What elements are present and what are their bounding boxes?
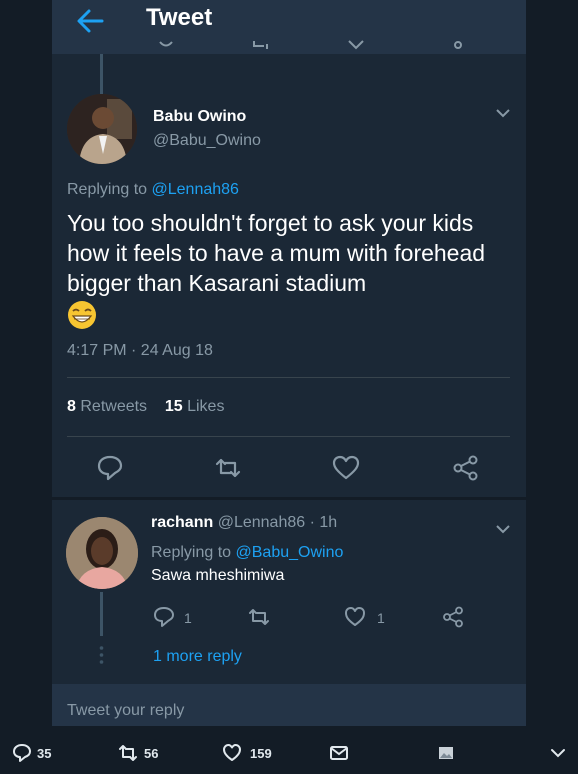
tweet-screen: Tweet Babu Owino @Babu_Owino Replying to…	[52, 0, 526, 726]
more-replies-link[interactable]: 1 more reply	[153, 648, 242, 666]
reply-text: Sawa mheshimiwa	[151, 567, 285, 584]
reply-author-name[interactable]: rachann	[151, 514, 213, 531]
reply-author-meta: @Lennah86 · 1h	[217, 514, 338, 531]
replying-prefix: Replying to	[151, 544, 236, 561]
avatar[interactable]	[66, 517, 138, 589]
reply-count: 1	[184, 610, 192, 626]
grinning-face-icon	[68, 301, 96, 329]
chevron-down-icon[interactable]	[548, 743, 568, 763]
avatar[interactable]	[67, 94, 137, 164]
reply-input[interactable]: Tweet your reply	[67, 702, 184, 720]
reply-author[interactable]: rachann @Lennah86 · 1h	[151, 514, 337, 532]
replying-to: Replying to @Lennah86	[67, 181, 239, 199]
bottom-reply-count: 35	[37, 746, 52, 761]
page-title: Tweet	[146, 4, 213, 31]
thread-line	[100, 54, 103, 96]
author-name[interactable]: Babu Owino	[153, 108, 246, 126]
retweet-icon[interactable]	[118, 743, 138, 763]
chevron-down-icon[interactable]	[495, 108, 511, 118]
share-icon[interactable]	[442, 606, 464, 628]
reply-icon[interactable]	[153, 606, 175, 628]
image-icon[interactable]	[436, 743, 456, 763]
previous-tweet-actions	[52, 40, 526, 60]
reply-icon[interactable]	[96, 454, 124, 482]
retweet-icon[interactable]	[248, 606, 270, 628]
like-icon[interactable]	[348, 40, 364, 50]
mention-link[interactable]: @Lennah86	[152, 181, 239, 198]
bottom-like-count: 159	[250, 746, 272, 761]
tweet-timestamp: 4:17 PM · 24 Aug 18	[67, 342, 213, 359]
chevron-down-icon[interactable]	[495, 524, 511, 534]
replying-prefix: Replying to	[67, 181, 152, 198]
replying-to: Replying to @Babu_Owino	[151, 544, 343, 562]
divider	[67, 377, 510, 378]
profile-photo-icon	[67, 94, 137, 164]
like-icon[interactable]	[222, 743, 242, 763]
share-icon[interactable]	[450, 40, 466, 50]
share-icon[interactable]	[452, 454, 480, 482]
like-icon[interactable]	[344, 606, 366, 628]
likes-count[interactable]: 15	[165, 398, 183, 415]
bottom-retweet-count: 56	[144, 746, 159, 761]
header-bar: Tweet	[52, 0, 526, 54]
mention-link[interactable]: @Babu_Owino	[236, 544, 344, 561]
thread-line	[100, 592, 103, 636]
mail-icon[interactable]	[329, 743, 349, 763]
bottom-action-bar: 35 56 159	[0, 734, 578, 774]
author-handle[interactable]: @Babu_Owino	[153, 132, 261, 150]
profile-photo-icon	[66, 517, 138, 589]
divider	[67, 436, 510, 437]
retweet-icon[interactable]	[252, 40, 270, 50]
back-arrow-icon[interactable]	[74, 7, 106, 35]
likes-label[interactable]: Likes	[187, 398, 224, 415]
like-count: 1	[377, 610, 385, 626]
retweet-icon[interactable]	[214, 454, 242, 482]
tweet-stats: 8 Retweets 15 Likes	[67, 398, 224, 416]
retweets-count[interactable]: 8	[67, 398, 76, 415]
reply-icon[interactable]	[158, 40, 174, 50]
thread-dots-icon	[99, 646, 104, 664]
retweets-label[interactable]: Retweets	[80, 398, 147, 415]
section-divider	[52, 497, 526, 500]
like-icon[interactable]	[332, 454, 360, 482]
tweet-text: You too shouldn't forget to ask your kid…	[67, 210, 486, 296]
compose-bar[interactable]: Tweet your reply	[52, 684, 526, 726]
reply-icon[interactable]	[12, 743, 32, 763]
